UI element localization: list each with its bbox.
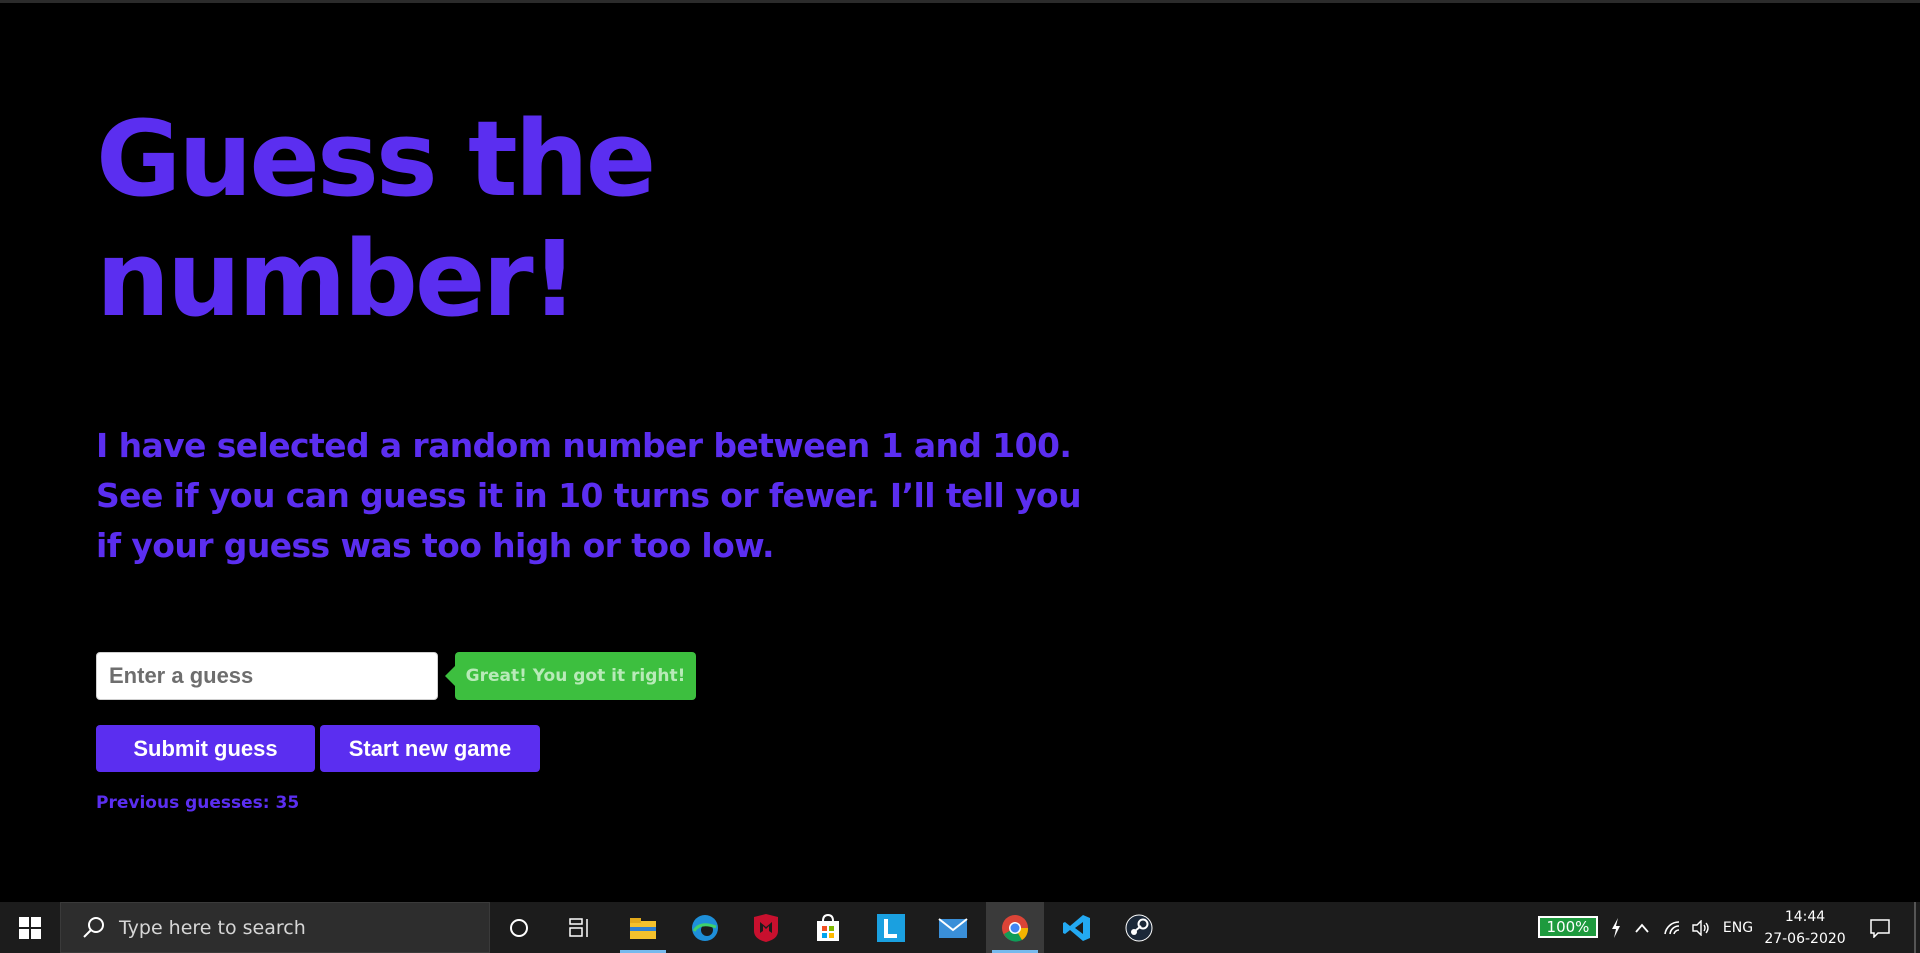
- battery-indicator[interactable]: 100%: [1538, 916, 1598, 938]
- wifi-icon[interactable]: [1660, 902, 1686, 953]
- store-button[interactable]: [799, 902, 857, 953]
- volume-icon[interactable]: [1688, 902, 1714, 953]
- steam-icon: [1125, 914, 1153, 941]
- page-title: Guess the number!: [96, 98, 656, 340]
- cortana-icon: [510, 918, 528, 937]
- submit-guess-button[interactable]: Submit guess: [96, 725, 315, 772]
- clock[interactable]: 14:44 27-06-2020: [1760, 906, 1850, 950]
- app-l-icon: [877, 913, 905, 942]
- task-view-button[interactable]: [551, 902, 609, 953]
- store-icon: [817, 913, 839, 941]
- search-icon: [83, 916, 104, 938]
- charging-icon: [1604, 902, 1628, 953]
- start-new-game-button[interactable]: Start new game: [320, 725, 540, 772]
- mcafee-icon: [754, 913, 778, 942]
- mail-icon: [938, 917, 968, 938]
- language-indicator[interactable]: ENG: [1720, 902, 1756, 953]
- file-explorer-icon: [630, 917, 656, 939]
- mcafee-button[interactable]: [737, 902, 795, 953]
- mail-button[interactable]: [924, 902, 982, 953]
- app-l-button[interactable]: [862, 902, 920, 953]
- search-placeholder: Type here to search: [119, 916, 306, 939]
- previous-guesses: Previous guesses: 35: [96, 793, 300, 813]
- notification-button[interactable]: [1864, 902, 1896, 953]
- show-hidden-icons-icon[interactable]: [1630, 902, 1654, 953]
- steam-button[interactable]: [1110, 902, 1168, 953]
- show-desktop-button[interactable]: [1914, 902, 1916, 953]
- game-page: Guess the number! I have selected a rand…: [0, 3, 1920, 902]
- edge-icon: [692, 914, 718, 941]
- notification-icon: [1870, 918, 1890, 938]
- chrome-button[interactable]: [986, 902, 1044, 953]
- taskbar: Type here to search 100% ENG 14:44 27-06…: [0, 902, 1920, 953]
- file-explorer-button[interactable]: [614, 902, 672, 953]
- guess-input[interactable]: [96, 652, 438, 700]
- windows-icon: [19, 916, 41, 939]
- start-button[interactable]: [0, 902, 60, 953]
- task-view-icon: [569, 917, 588, 937]
- clock-date: 27-06-2020: [1764, 931, 1846, 947]
- clock-time: 14:44: [1784, 909, 1826, 925]
- vscode-button[interactable]: [1048, 902, 1106, 953]
- vscode-icon: [1063, 914, 1090, 941]
- taskbar-search[interactable]: Type here to search: [60, 902, 490, 953]
- intro-text: I have selected a random number between …: [96, 426, 1082, 565]
- edge-button[interactable]: [676, 902, 734, 953]
- result-message: Great! You got it right!: [445, 652, 696, 700]
- chrome-icon: [1002, 914, 1029, 942]
- cortana-button[interactable]: [490, 902, 548, 953]
